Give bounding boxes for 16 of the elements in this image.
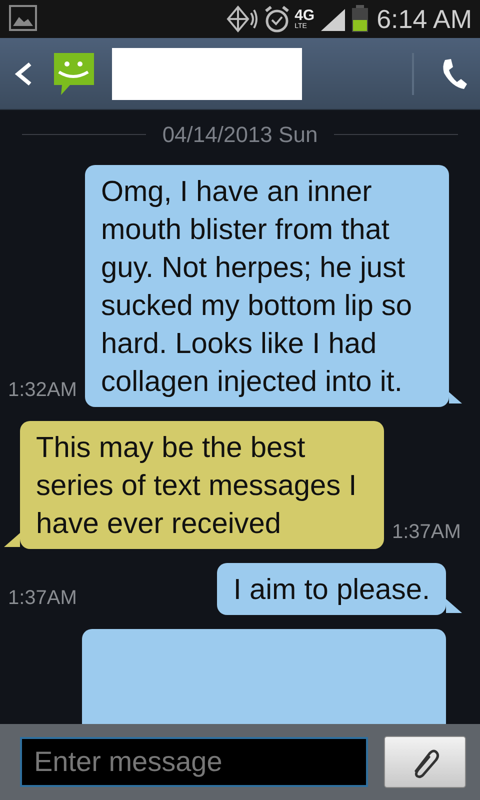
date-separator: 04/14/2013 Sun <box>162 121 318 149</box>
network-type-text: 4G <box>294 8 315 23</box>
attach-button[interactable] <box>384 736 466 788</box>
message-bubble: Omg, I have an inner mouth blister from that guy. Not herpes; he just sucked my bottom lip so hard. Looks like I had collagen injected into it. <box>84 165 449 407</box>
alarm-icon <box>262 4 291 34</box>
message-bubble: This may be the best series of text messages I have ever received <box>20 421 384 549</box>
clock-time: 6:14 AM <box>376 6 472 32</box>
message-time: 1:37AM <box>7 586 78 611</box>
gallery-icon <box>8 4 38 34</box>
message-bubble: I aim to please. <box>217 563 446 615</box>
message-time: 1:37AM <box>391 520 462 545</box>
message-time: 1:32AM <box>7 378 78 403</box>
message-input[interactable]: Enter message <box>20 737 368 787</box>
messaging-app-icon <box>52 50 96 96</box>
nfc-icon <box>224 4 259 34</box>
battery-icon <box>350 4 369 34</box>
